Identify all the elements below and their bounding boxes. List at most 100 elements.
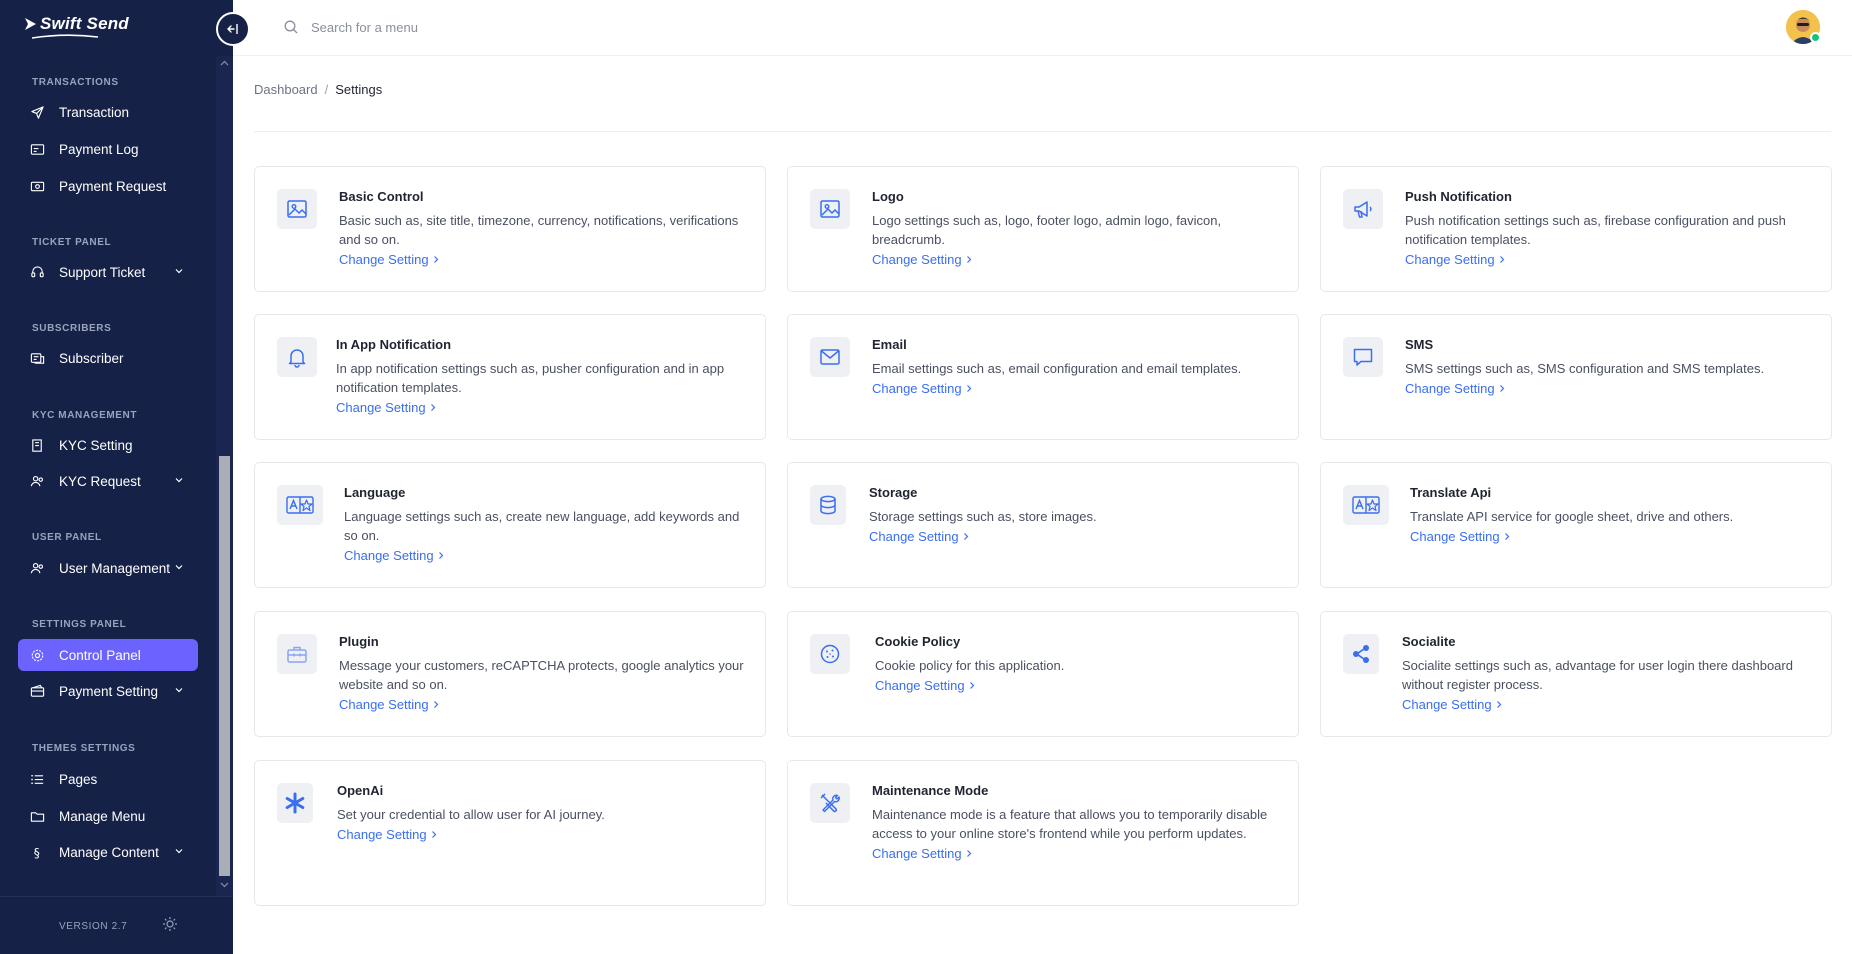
change-setting-link[interactable]: Change Setting — [872, 846, 972, 861]
chevron-down-icon — [175, 478, 183, 483]
sidebar-item-kyc-request[interactable]: KYC Request — [18, 465, 198, 497]
card-title: Translate Api — [1410, 485, 1492, 500]
brand-name: Swift Send — [40, 14, 129, 33]
sidebar-item-payment-setting[interactable]: Payment Setting — [18, 675, 198, 707]
card-description: Maintenance mode is a feature that allow… — [872, 807, 1268, 841]
search-input[interactable] — [311, 14, 711, 40]
sidebar: Swift Send TRANSACTIONS Transaction Paym… — [0, 0, 250, 954]
sidebar-item-label: Subscriber — [59, 350, 124, 366]
section-title-ticket-panel: TICKET PANEL — [32, 237, 112, 248]
chevron-right-icon — [963, 533, 968, 540]
breadcrumb: Dashboard / Settings — [254, 82, 382, 97]
envelope-icon — [810, 337, 850, 377]
sidebar-item-label: KYC Setting — [59, 437, 133, 453]
link-label: Change Setting — [1402, 697, 1492, 712]
change-setting-link[interactable]: Change Setting — [1405, 381, 1505, 396]
link-label: Change Setting — [875, 678, 965, 693]
chevron-down-icon — [175, 269, 183, 274]
topbar — [233, 0, 1852, 56]
sun-icon[interactable] — [162, 916, 178, 932]
card-description: Translate API service for google sheet, … — [1410, 509, 1734, 524]
settings-card-in-app-notification: In App Notification In app notification … — [254, 314, 766, 440]
card-description: SMS settings such as, SMS configuration … — [1405, 361, 1765, 376]
sidebar-item-manage-menu[interactable]: Manage Menu — [18, 800, 198, 832]
chevron-right-icon — [966, 385, 971, 392]
change-setting-link[interactable]: Change Setting — [336, 400, 436, 415]
sidebar-item-pages[interactable]: Pages — [18, 763, 198, 795]
sidebar-item-control-panel[interactable]: Control Panel — [18, 639, 198, 671]
gear-icon — [29, 647, 45, 663]
scroll-down-arrow[interactable] — [219, 880, 230, 890]
scroll-up-arrow[interactable] — [219, 58, 230, 68]
card-description: Cookie policy for this application. — [875, 658, 1065, 673]
chevron-right-icon — [966, 850, 971, 857]
breadcrumb-current: Settings — [335, 82, 383, 97]
chevron-right-icon — [438, 552, 443, 559]
settings-card-maintenance-mode: Maintenance Mode Maintenance mode is a f… — [787, 760, 1299, 906]
chevron-right-icon — [1499, 385, 1504, 392]
card-description: Message your customers, reCAPTCHA protec… — [339, 658, 744, 692]
card-description: In app notification settings such as, pu… — [336, 361, 725, 395]
card-description: Basic such as, site title, timezone, cur… — [339, 213, 739, 247]
change-setting-link[interactable]: Change Setting — [339, 252, 439, 267]
avatar[interactable] — [1786, 10, 1821, 44]
sidebar-item-payment-log[interactable]: Payment Log — [18, 133, 198, 165]
card-title: Email — [872, 337, 907, 352]
breadcrumb-dashboard-link[interactable]: Dashboard — [254, 82, 318, 97]
change-setting-link[interactable]: Change Setting — [344, 548, 444, 563]
logo-mark-icon — [25, 18, 36, 30]
sidebar-item-label: Manage Menu — [59, 808, 146, 824]
chevron-right-icon — [433, 701, 438, 708]
change-setting-link[interactable]: Change Setting — [875, 678, 975, 693]
subscriber-icon — [29, 350, 45, 366]
card-title: Socialite — [1402, 634, 1456, 649]
card-title: Language — [344, 485, 406, 500]
chevron-right-icon — [969, 682, 974, 689]
change-setting-link[interactable]: Change Setting — [1410, 529, 1510, 544]
share-icon — [1343, 634, 1379, 674]
card-description: Push notification settings such as, fire… — [1405, 213, 1786, 247]
folder-icon — [29, 808, 45, 824]
collapse-sidebar-button[interactable] — [216, 12, 250, 46]
sidebar-item-kyc-setting[interactable]: KYC Setting — [18, 429, 198, 461]
chevron-down-icon — [175, 849, 183, 854]
settings-card-storage: Storage Storage settings such as, store … — [787, 462, 1299, 588]
sidebar-item-manage-content[interactable]: § Manage Content — [18, 836, 198, 868]
headset-icon — [29, 264, 45, 280]
card-title: Push Notification — [1405, 189, 1512, 204]
sidebar-item-label: Pages — [59, 771, 98, 787]
link-label: Change Setting — [1405, 381, 1495, 396]
chevron-right-icon — [1496, 701, 1501, 708]
change-setting-link[interactable]: Change Setting — [872, 381, 972, 396]
card-description: Set your credential to allow user for AI… — [337, 807, 605, 822]
sidebar-item-transaction[interactable]: Transaction — [18, 96, 198, 128]
sidebar-item-support-ticket[interactable]: Support Ticket — [18, 256, 198, 288]
sidebar-scroll-thumb[interactable] — [219, 456, 230, 876]
sidebar-item-subscriber[interactable]: Subscriber — [18, 342, 198, 374]
image-icon — [810, 189, 850, 229]
link-label: Change Setting — [339, 252, 429, 267]
brand-swoosh-icon — [31, 34, 99, 39]
change-setting-link[interactable]: Change Setting — [872, 252, 972, 267]
chevron-down-icon — [220, 882, 229, 888]
chevron-down-icon — [175, 565, 183, 570]
change-setting-link[interactable]: Change Setting — [1405, 252, 1505, 267]
section-title-settings-panel: SETTINGS PANEL — [32, 619, 127, 630]
change-setting-link[interactable]: Change Setting — [337, 827, 437, 842]
chevron-up-icon — [220, 60, 229, 66]
svg-text:§: § — [33, 846, 39, 860]
brand-logo[interactable]: Swift Send — [24, 14, 129, 34]
change-setting-link[interactable]: Change Setting — [1402, 697, 1502, 712]
change-setting-link[interactable]: Change Setting — [339, 697, 439, 712]
megaphone-icon — [1343, 189, 1383, 229]
cookie-icon — [810, 634, 850, 674]
card-title: In App Notification — [336, 337, 452, 352]
sidebar-item-user-management[interactable]: User Management — [18, 552, 198, 584]
tools-icon — [810, 783, 850, 823]
change-setting-link[interactable]: Change Setting — [869, 529, 969, 544]
payment-setting-icon — [29, 683, 45, 699]
chevron-down-icon — [175, 688, 183, 693]
section-title-transactions: TRANSACTIONS — [32, 77, 119, 88]
sidebar-item-payment-request[interactable]: Payment Request — [18, 170, 198, 202]
link-label: Change Setting — [336, 400, 426, 415]
